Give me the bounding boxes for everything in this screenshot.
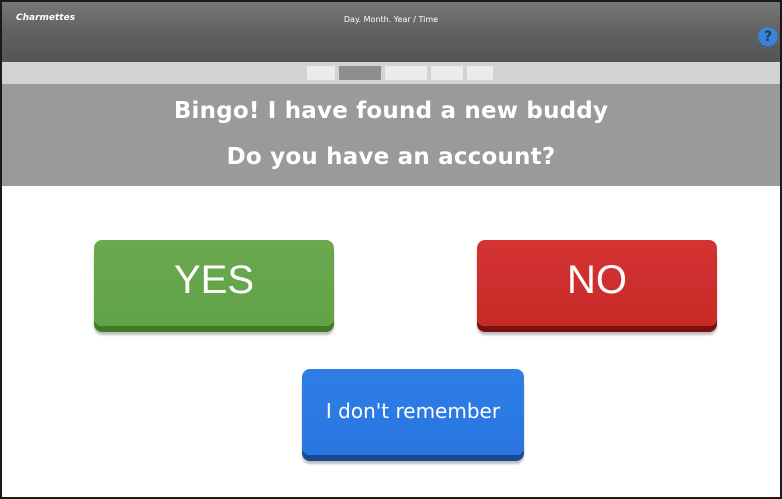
date-time-display: Day. Month. Year / Time <box>343 15 439 24</box>
prompt-question: Do you have an account? <box>226 144 556 170</box>
yes-button-label: YES <box>173 258 255 302</box>
no-button[interactable]: NO <box>477 240 717 326</box>
yes-button[interactable]: YES <box>94 240 334 326</box>
progress-step-1 <box>307 66 335 80</box>
no-button-label: NO <box>567 258 627 302</box>
progress-step-3 <box>385 66 427 80</box>
progress-indicator <box>2 62 780 84</box>
prompt-line-1: Bingo! I have found a new buddy <box>173 98 609 124</box>
dont-remember-button-label: I don't remember <box>325 399 501 423</box>
prompt-header: Bingo! I have found a new buddy Do you h… <box>2 84 780 186</box>
progress-step-5 <box>467 66 493 80</box>
app-window: Charmettes Day. Month. Year / Time ? Bin… <box>0 0 782 499</box>
dont-remember-button[interactable]: I don't remember <box>302 369 524 455</box>
progress-step-2 <box>339 66 381 80</box>
help-icon[interactable]: ? <box>758 27 778 47</box>
top-bar: Charmettes Day. Month. Year / Time ? <box>2 2 780 62</box>
progress-step-4 <box>431 66 463 80</box>
